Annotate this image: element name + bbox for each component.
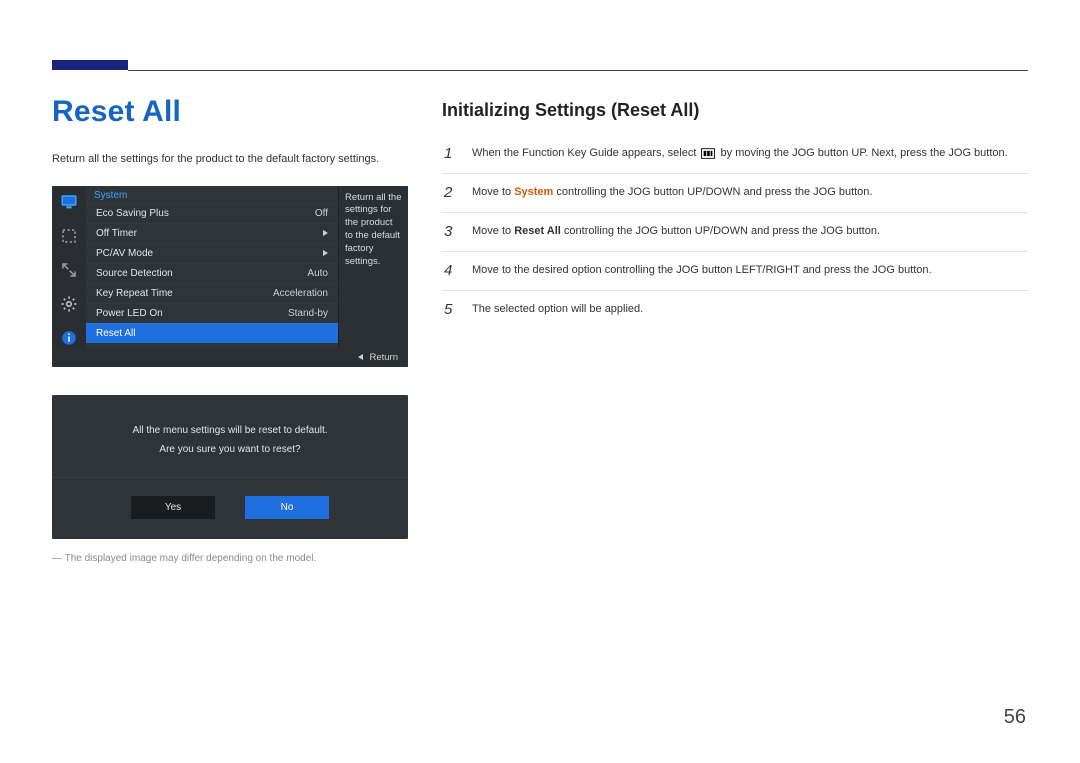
step-3: 3 Move to Reset All controlling the JOG … (442, 213, 1028, 252)
osd-row-value: Acceleration (273, 288, 328, 299)
info-icon (59, 328, 79, 348)
gear-icon (59, 294, 79, 314)
step-text: The selected option will be applied. (472, 301, 1026, 319)
osd-row-value: Auto (307, 268, 328, 279)
osd-row-eco: Eco Saving Plus Off (86, 203, 338, 223)
step-fragment: Move to (472, 225, 514, 237)
keyword-reset-all: Reset All (514, 225, 561, 237)
osd-confirm-dialog-screenshot: All the menu settings will be reset to d… (52, 395, 408, 539)
resize-icon (59, 260, 79, 280)
step-number: 4 (444, 262, 472, 280)
step-fragment: controlling the JOG button UP/DOWN and p… (561, 225, 880, 237)
osd-row-value: Off (315, 208, 328, 219)
osd-row-value: Stand-by (288, 308, 328, 319)
osd-system-menu-screenshot: System Eco Saving Plus Off Off Timer PC/A… (52, 186, 408, 367)
step-4: 4 Move to the desired option controlling… (442, 252, 1028, 291)
osd-help-panel: Return all the settings for the product … (338, 186, 408, 348)
step-fragment: controlling the JOG button UP/DOWN and p… (553, 186, 872, 198)
osd-row-label: Power LED On (96, 308, 163, 319)
osd-row-label: Off Timer (96, 228, 137, 239)
menu-box-icon (701, 148, 715, 159)
osd-menu-title: System (86, 186, 338, 203)
section-heading: Initializing Settings (Reset All) (442, 100, 1028, 121)
step-number: 3 (444, 223, 472, 241)
step-number: 5 (444, 301, 472, 319)
step-fragment: by moving the JOG button UP. Next, press… (721, 147, 1008, 159)
osd-main-list: System Eco Saving Plus Off Off Timer PC/A… (86, 186, 338, 348)
confirm-message-2: Are you sure you want to reset? (52, 440, 408, 459)
step-number: 1 (444, 145, 472, 163)
osd-row-label: PC/AV Mode (96, 248, 153, 259)
osd-row-label: Key Repeat Time (96, 288, 173, 299)
frame-icon (59, 226, 79, 246)
osd-side-icons (52, 186, 86, 348)
osd-row-keyrepeat: Key Repeat Time Acceleration (86, 283, 338, 303)
confirm-no-button-selected: No (245, 496, 329, 519)
steps-list: 1 When the Function Key Guide appears, s… (442, 135, 1028, 329)
osd-return-bar: Return (52, 348, 408, 367)
step-1: 1 When the Function Key Guide appears, s… (442, 135, 1028, 174)
intro-text: Return all the settings for the product … (52, 151, 412, 168)
osd-row-source: Source Detection Auto (86, 263, 338, 283)
osd-row-label: Eco Saving Plus (96, 208, 169, 219)
osd-row-resetall-selected: Reset All (86, 323, 338, 343)
step-text: Move to the desired option controlling t… (472, 262, 1026, 280)
header-rule (128, 70, 1028, 71)
page-title: Reset All (52, 95, 412, 129)
osd-row-label: Source Detection (96, 268, 173, 279)
osd-row-label: Reset All (96, 328, 135, 339)
keyword-system: System (514, 186, 553, 198)
step-text: When the Function Key Guide appears, sel… (472, 145, 1026, 163)
step-fragment: When the Function Key Guide appears, sel… (472, 147, 699, 159)
chevron-left-icon (358, 354, 363, 360)
osd-row-pcav: PC/AV Mode (86, 243, 338, 263)
step-number: 2 (444, 184, 472, 202)
step-2: 2 Move to System controlling the JOG but… (442, 174, 1028, 213)
osd-row-offtimer: Off Timer (86, 223, 338, 243)
monitor-icon (59, 192, 79, 212)
chevron-right-icon (323, 248, 328, 259)
step-fragment: Move to (472, 186, 514, 198)
page-number: 56 (1004, 706, 1026, 729)
step-5: 5 The selected option will be applied. (442, 291, 1028, 329)
header-accent-bar (52, 60, 128, 70)
chevron-right-icon (323, 228, 328, 239)
confirm-yes-button: Yes (131, 496, 215, 519)
osd-return-label: Return (369, 352, 398, 363)
step-text: Move to Reset All controlling the JOG bu… (472, 223, 1026, 241)
footnote: The displayed image may differ depending… (52, 553, 412, 564)
osd-row-powerled: Power LED On Stand-by (86, 303, 338, 323)
confirm-message-1: All the menu settings will be reset to d… (52, 421, 408, 440)
step-text: Move to System controlling the JOG butto… (472, 184, 1026, 202)
